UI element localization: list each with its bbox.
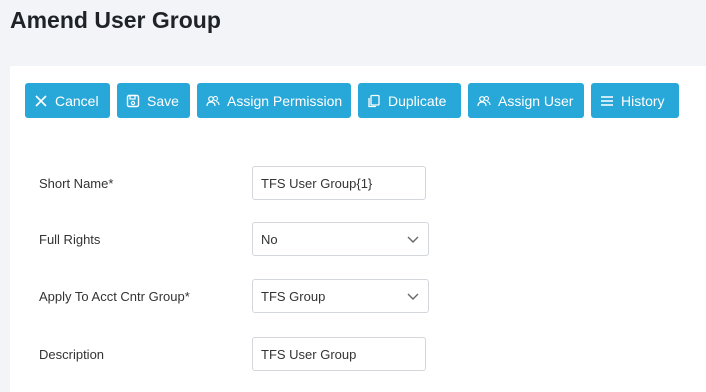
chevron-down-icon [406,289,420,303]
copy-icon [367,94,381,108]
short-name-row: Short Name* TFS User Group{1} [39,166,426,200]
assign-user-label: Assign User [498,92,574,109]
full-rights-select[interactable]: No [252,222,429,256]
save-icon [126,94,140,108]
history-label: History [621,92,665,109]
users-icon [477,94,491,108]
save-label: Save [147,92,179,109]
history-button[interactable]: History [591,83,679,118]
assign-permission-label: Assign Permission [227,92,343,109]
acct-group-label: Apply To Acct Cntr Group* [39,288,190,304]
assign-user-button[interactable]: Assign User [468,83,584,118]
users-icon [206,94,220,108]
full-rights-label: Full Rights [39,231,101,247]
form-panel: Cancel Save Assign Permission Duplicate … [10,66,706,392]
cancel-label: Cancel [55,92,99,109]
duplicate-button[interactable]: Duplicate [358,83,461,118]
short-name-label: Short Name* [39,175,114,191]
page-title: Amend User Group [10,7,221,33]
acct-group-select[interactable]: TFS Group [252,279,429,313]
short-name-input[interactable]: TFS User Group{1} [252,166,426,200]
acct-group-value: TFS Group [261,288,326,304]
close-icon [34,94,48,108]
cancel-button[interactable]: Cancel [25,83,110,118]
duplicate-label: Duplicate [388,92,447,109]
description-row: Description TFS User Group [39,337,426,371]
assign-permission-button[interactable]: Assign Permission [197,83,351,118]
menu-icon [600,94,614,108]
full-rights-row: Full Rights No [39,222,429,256]
toolbar: Cancel Save Assign Permission Duplicate … [25,83,679,118]
description-label: Description [39,346,105,362]
full-rights-value: No [261,231,278,247]
description-input[interactable]: TFS User Group [252,337,426,371]
save-button[interactable]: Save [117,83,190,118]
acct-group-row: Apply To Acct Cntr Group* TFS Group [39,279,429,313]
chevron-down-icon [406,232,420,246]
